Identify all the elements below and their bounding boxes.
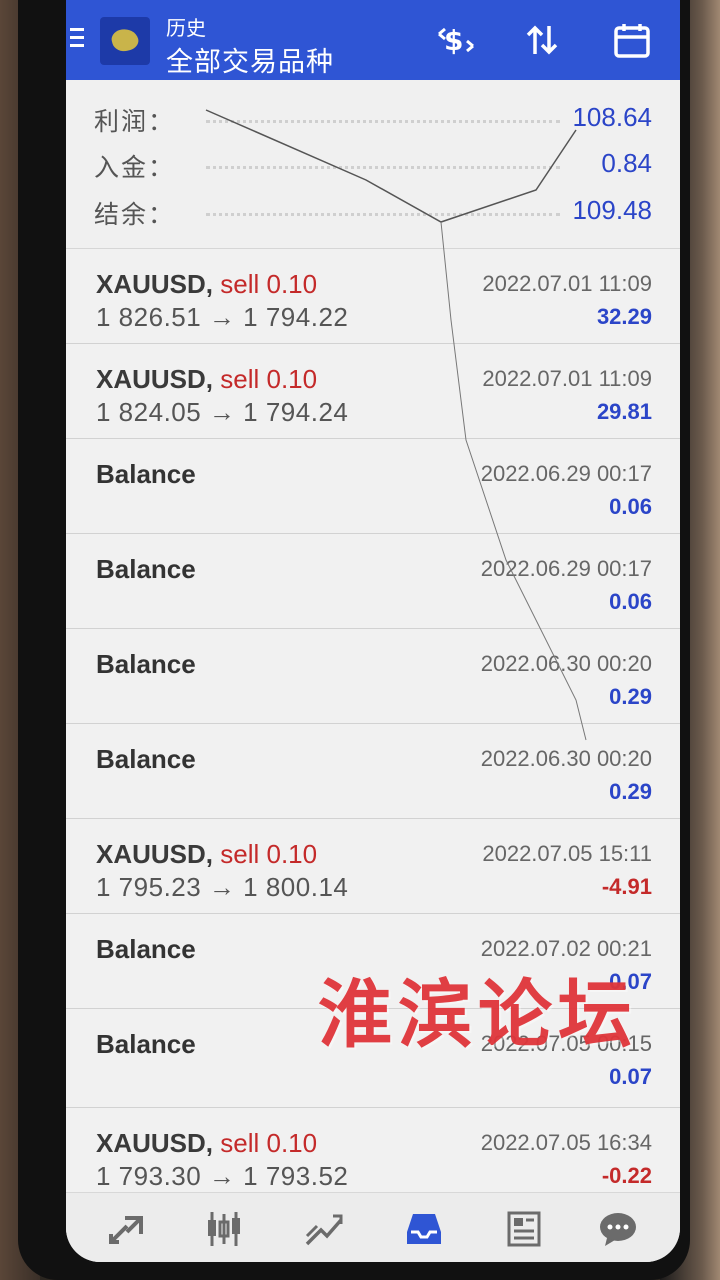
deal-prices: 1 824.05 → 1 794.24: [96, 397, 349, 427]
deal-title: Balance: [96, 1029, 196, 1059]
deal-profit: -4.91: [601, 874, 652, 899]
deal-row[interactable]: XAUUSD, sell 0.10 1 826.51 → 1 794.22 20…: [66, 249, 680, 344]
deal-profit: 32.29: [596, 304, 652, 329]
deal-symbol: XAUUSD,: [96, 1128, 214, 1158]
deal-profit: 0.29: [609, 684, 652, 709]
summary-value: 0.84: [601, 148, 652, 178]
deal-profit: 0.29: [609, 779, 652, 804]
deal-title: XAUUSD, sell 0.10: [96, 839, 317, 870]
deal-row[interactable]: Balance 2022.06.29 00:17 0.06: [66, 439, 680, 534]
deal-time: 2022.07.05 15:11: [482, 841, 652, 866]
deal-time: 2022.07.05 16:34: [480, 1130, 652, 1155]
header-subtitle[interactable]: 全部交易品种: [166, 40, 334, 79]
deal-title: Balance: [96, 649, 196, 679]
deal-prices: 1 793.30 → 1 793.52: [96, 1161, 349, 1191]
deal-side: sell 0.10: [220, 1128, 318, 1158]
deal-side: sell 0.10: [220, 364, 318, 394]
summary-label: 入金：: [94, 154, 176, 182]
deal-row[interactable]: XAUUSD, sell 0.10 1 795.23 → 1 800.14 20…: [66, 819, 680, 914]
history-icon[interactable]: [400, 1207, 448, 1251]
chart-icon[interactable]: [200, 1207, 248, 1251]
deal-title: Balance: [96, 744, 196, 774]
menu-icon[interactable]: [70, 28, 88, 52]
summary-value: 109.48: [572, 195, 652, 225]
summary-value: 108.64: [572, 102, 652, 132]
sort-icon[interactable]: [518, 18, 566, 62]
watermark: 淮滨论坛: [318, 972, 638, 1058]
deal-title: Balance: [96, 934, 196, 964]
dotted-leader: [206, 166, 560, 169]
deal-row[interactable]: Balance 2022.06.30 00:20 0.29: [66, 629, 680, 724]
dollar-swap-icon[interactable]: $: [432, 18, 480, 62]
summary-label: 利润：: [94, 108, 176, 136]
deal-symbol: XAUUSD,: [96, 364, 214, 394]
deal-title: Balance: [96, 459, 196, 489]
app-bar: 历史 全部交易品种 $: [66, 0, 680, 80]
deal-row[interactable]: Balance 2022.06.29 00:17 0.06: [66, 534, 680, 629]
news-icon[interactable]: [500, 1207, 548, 1251]
header-title: 历史: [166, 18, 206, 40]
deal-title: XAUUSD, sell 0.10: [96, 364, 317, 395]
screen: 历史 全部交易品种 $ 利润： 108.64 入金： 0.84 结余： 109.…: [66, 0, 680, 1262]
deal-row[interactable]: XAUUSD, sell 0.10 1 793.30 → 1 793.52 20…: [66, 1108, 680, 1203]
deal-profit: -0.22: [601, 1163, 652, 1188]
deal-profit: 0.06: [609, 589, 652, 614]
deal-time: 2022.06.29 00:17: [480, 556, 652, 581]
calendar-icon[interactable]: [608, 18, 656, 62]
summary-row-profit: 利润： 108.64: [66, 98, 680, 138]
deal-time: 2022.06.30 00:20: [480, 651, 652, 676]
deal-side: sell 0.10: [220, 839, 318, 869]
phone-frame: 历史 全部交易品种 $ 利润： 108.64 入金： 0.84 结余： 109.…: [18, 0, 690, 1280]
summary-row-balance: 结余： 109.48: [66, 191, 680, 231]
deal-row[interactable]: Balance 2022.06.30 00:20 0.29: [66, 724, 680, 819]
deal-side: sell 0.10: [220, 269, 318, 299]
deal-prices: 1 795.23 → 1 800.14: [96, 872, 349, 902]
deal-title: Balance: [96, 554, 196, 584]
trade-icon[interactable]: [300, 1207, 348, 1251]
summary-label: 结余：: [94, 201, 176, 229]
deal-time: 2022.07.01 11:09: [482, 366, 652, 391]
deal-time: 2022.06.30 00:20: [480, 746, 652, 771]
deal-profit: 0.06: [609, 494, 652, 519]
bottom-nav: [66, 1192, 680, 1262]
summary-panel: 利润： 108.64 入金： 0.84 结余： 109.48: [66, 80, 680, 249]
chat-icon[interactable]: [594, 1207, 642, 1251]
deal-row[interactable]: XAUUSD, sell 0.10 1 824.05 → 1 794.24 20…: [66, 344, 680, 439]
deal-prices: 1 826.51 → 1 794.22: [96, 302, 349, 332]
dotted-leader: [206, 120, 560, 123]
deal-profit: 0.07: [609, 1064, 652, 1089]
deal-time: 2022.06.29 00:17: [480, 461, 652, 486]
deal-title: XAUUSD, sell 0.10: [96, 269, 317, 300]
app-logo-icon: [100, 17, 150, 65]
deal-title: XAUUSD, sell 0.10: [96, 1128, 317, 1159]
svg-text:$: $: [444, 24, 463, 57]
quotes-icon[interactable]: [102, 1207, 150, 1251]
deal-profit: 29.81: [596, 399, 652, 424]
summary-row-deposit: 入金： 0.84: [66, 144, 680, 184]
deal-symbol: XAUUSD,: [96, 269, 214, 299]
deal-symbol: XAUUSD,: [96, 839, 214, 869]
deal-time: 2022.07.01 11:09: [482, 271, 652, 296]
dotted-leader: [206, 213, 560, 216]
